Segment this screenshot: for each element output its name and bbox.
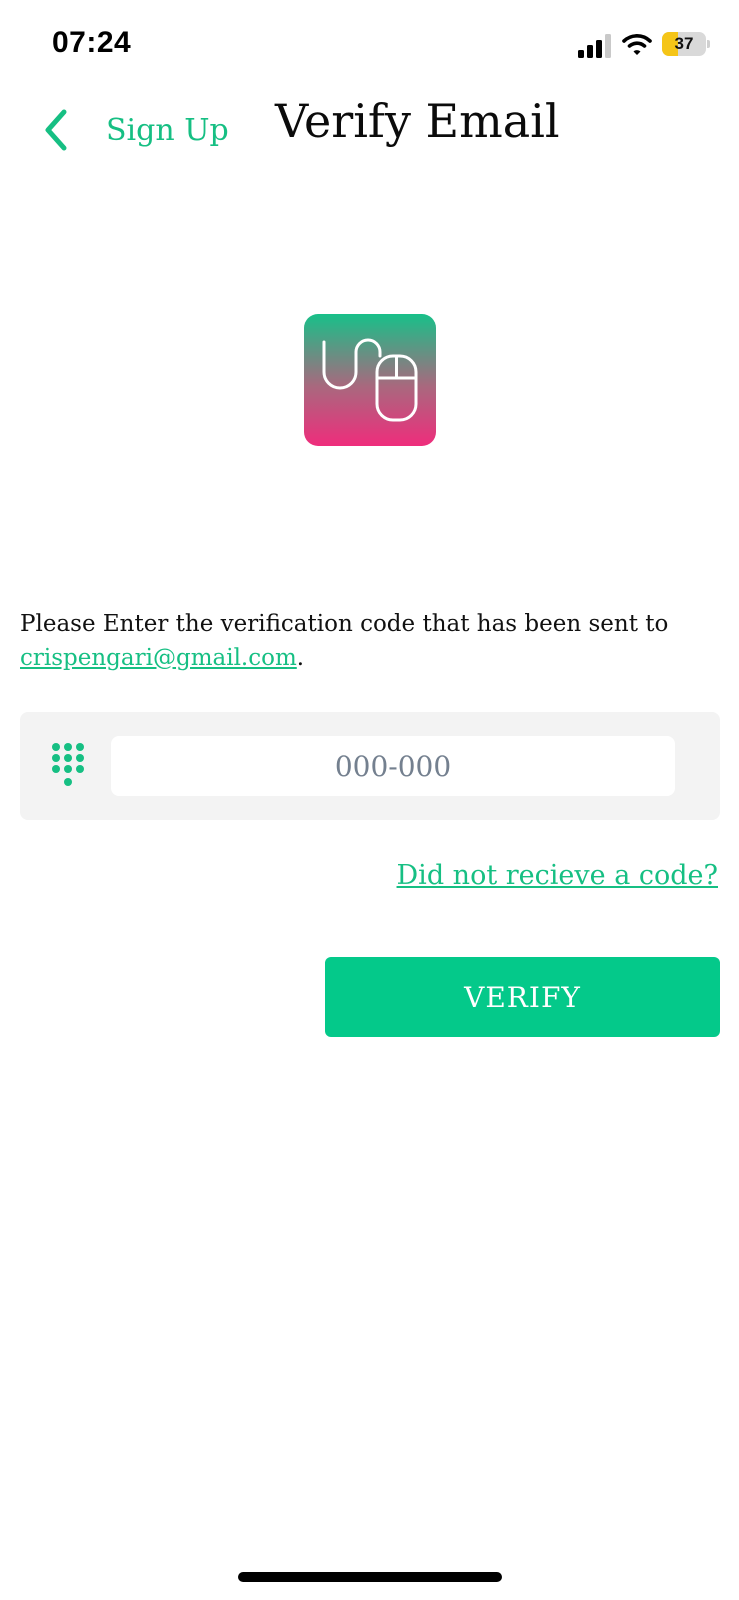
nav-bar: Sign Up Verify Email (0, 90, 739, 170)
instructions-message: Please Enter the verification code that … (20, 611, 669, 637)
battery-charging-icon: 37 (662, 32, 710, 56)
verification-code-input[interactable] (111, 736, 675, 796)
page-title: Verify Email (275, 94, 560, 148)
back-button[interactable]: Sign Up (40, 102, 229, 158)
home-indicator (238, 1572, 502, 1582)
instructions-suffix: . (296, 645, 305, 671)
dialpad-icon (52, 743, 84, 786)
code-input-panel (20, 712, 720, 820)
back-button-label: Sign Up (106, 112, 229, 148)
chevron-left-icon (45, 109, 67, 151)
status-bar: 07:24 37 (0, 0, 739, 90)
app-logo (304, 314, 436, 446)
status-time: 07:24 (52, 26, 132, 59)
resend-code-link[interactable]: Did not recieve a code? (397, 860, 718, 891)
email-link[interactable]: crispengari@gmail.com (20, 645, 297, 671)
computer-mouse-cable-icon (322, 338, 418, 422)
instructions-text: Please Enter the verification code that … (20, 607, 720, 675)
battery-level: 37 (674, 34, 694, 53)
wifi-icon (622, 34, 652, 55)
cellular-signal-icon (578, 34, 611, 58)
verify-button[interactable]: VERIFY (325, 957, 720, 1037)
